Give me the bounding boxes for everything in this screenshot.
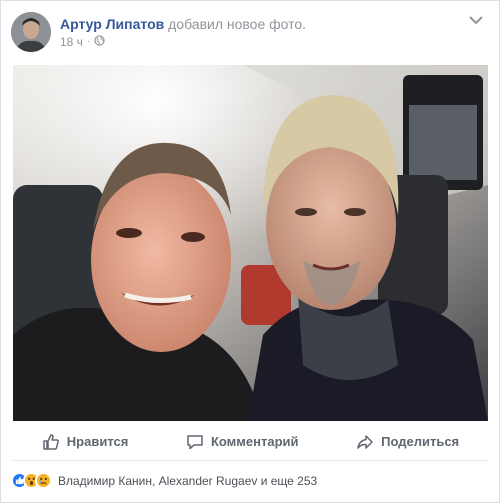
sad-reaction-icon — [35, 472, 52, 489]
like-button[interactable]: Нравится — [32, 427, 139, 457]
globe-icon[interactable] — [94, 34, 105, 50]
thumbs-up-icon — [43, 433, 59, 450]
post-action-text: добавил новое фото. — [168, 16, 307, 32]
share-label: Поделиться — [381, 434, 460, 449]
post-photo[interactable] — [13, 65, 488, 421]
comment-label: Комментарий — [210, 434, 299, 449]
chevron-down-icon[interactable] — [467, 13, 485, 27]
share-arrow-icon — [357, 434, 373, 449]
post-meta: 18 ч · — [60, 34, 105, 50]
facebook-post: Артур Липатов добавил новое фото. 18 ч · — [0, 0, 500, 503]
reactions-summary[interactable]: Владимир Канин, Alexander Rugaev и еще 2… — [11, 472, 317, 489]
comment-button[interactable]: Комментарий — [176, 427, 309, 457]
share-button[interactable]: Поделиться — [346, 427, 469, 457]
post-actions-bar: Нравится Комментарий Поделиться — [13, 423, 488, 461]
author-name-link[interactable]: Артур Липатов — [60, 16, 164, 32]
post-timestamp[interactable]: 18 ч — [60, 34, 83, 50]
post-header: Артур Липатов добавил новое фото. — [60, 15, 306, 33]
reaction-icons — [11, 472, 52, 489]
reactors-text[interactable]: Владимир Канин, Alexander Rugaev и еще 2… — [58, 474, 317, 488]
author-avatar[interactable] — [11, 12, 51, 52]
meta-separator: · — [86, 36, 91, 47]
comment-icon — [187, 434, 203, 449]
like-label: Нравится — [66, 434, 129, 449]
